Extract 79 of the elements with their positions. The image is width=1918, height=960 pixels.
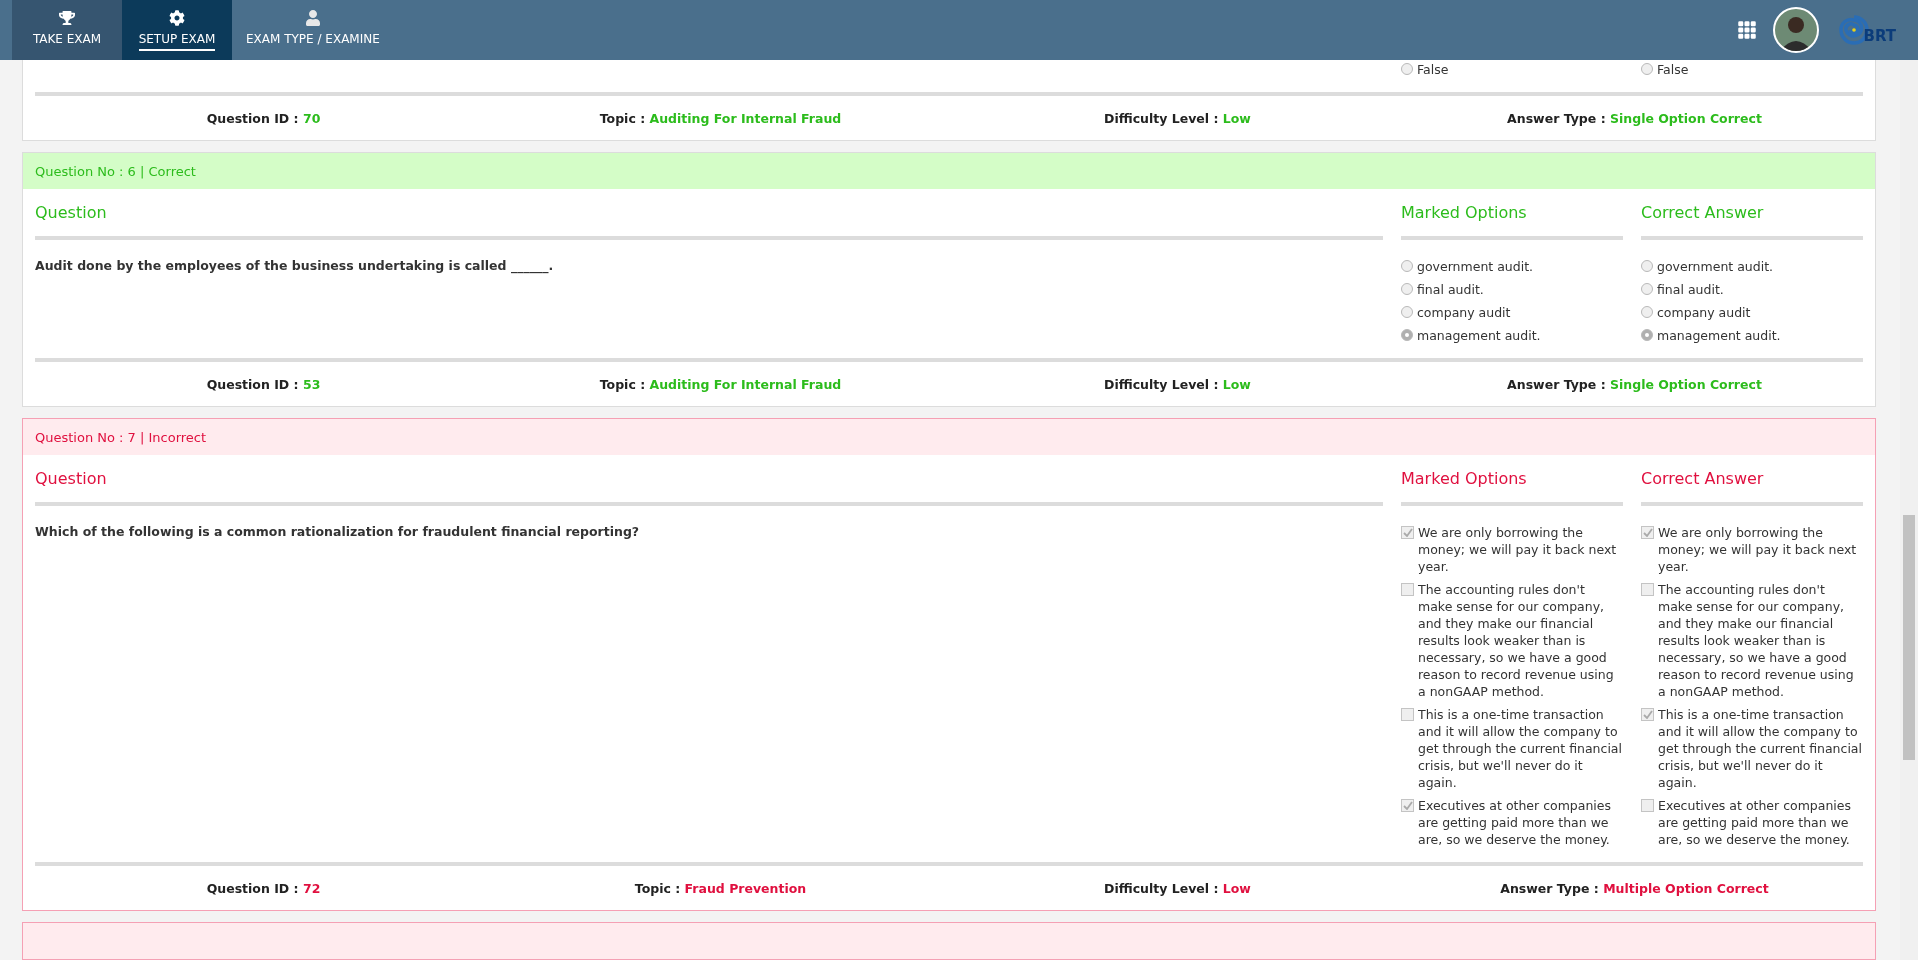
option-label: management audit.: [1417, 327, 1541, 344]
checkbox[interactable]: [1641, 526, 1654, 539]
radio-button[interactable]: [1641, 329, 1653, 341]
option-label: The accounting rules don't make sense for our company, and they make our financial results look weaker than is necessary, so we have a good reason to record revenue using a nonGAAP method.: [1658, 581, 1855, 700]
section-heading: Question: [35, 463, 1383, 506]
question-text: Audit done by the employees of the business undertaking is called ______.: [35, 258, 555, 273]
option-label: This is a one-time transaction and it will allow the company to get through the current financial crisis, but we'll never do it again.: [1418, 706, 1623, 791]
option-label: government audit.: [1657, 258, 1774, 275]
radio-button[interactable]: [1641, 306, 1653, 318]
radio-button[interactable]: [1641, 63, 1653, 75]
meta-value: Multiple Option Correct: [1603, 880, 1769, 896]
section-heading: Correct Answer: [1641, 463, 1863, 506]
option-label: government audit.: [1417, 258, 1534, 275]
radio-button[interactable]: [1401, 283, 1413, 295]
checkbox[interactable]: [1641, 799, 1654, 812]
meta-label: Topic :: [599, 376, 646, 392]
meta-value: Low: [1222, 880, 1251, 896]
meta-label: Question ID :: [206, 110, 299, 126]
meta-label: Answer Type :: [1500, 880, 1599, 896]
nav-tab[interactable]: TAKE EXAM: [12, 0, 122, 60]
meta-value: Single Option Correct: [1610, 376, 1762, 392]
option-label: False: [1417, 61, 1449, 78]
radio-button[interactable]: [1401, 63, 1413, 75]
meta-label: Answer Type :: [1507, 376, 1606, 392]
option-label: company audit: [1417, 304, 1511, 321]
meta-label: Answer Type :: [1507, 110, 1606, 126]
meta-label: Difficulty Level :: [1104, 880, 1219, 896]
checkbox[interactable]: [1401, 526, 1414, 539]
radio-button[interactable]: [1641, 283, 1653, 295]
option-label: final audit.: [1657, 281, 1724, 298]
nav-tab[interactable]: EXAM TYPE / EXAMINE: [232, 0, 394, 60]
meta-label: Difficulty Level :: [1104, 376, 1219, 392]
user-icon: [304, 9, 321, 26]
gear-icon: [169, 9, 185, 26]
user-avatar[interactable]: [1773, 7, 1820, 53]
option-label: We are only borrowing the money; we will pay it back next year.: [1658, 524, 1858, 575]
meta-value: 72: [302, 880, 321, 896]
radio-button[interactable]: [1401, 306, 1413, 318]
option-label: management audit.: [1657, 327, 1781, 344]
checkbox[interactable]: [1401, 799, 1414, 812]
meta-value: Fraud Prevention: [684, 880, 807, 896]
nav-tab[interactable]: SETUP EXAM: [122, 0, 232, 60]
trophy-icon: [59, 9, 75, 26]
option-label: This is a one-time transaction and it will allow the company to get through the current financial crisis, but we'll never do it again.: [1658, 706, 1863, 791]
meta-label: Difficulty Level :: [1104, 110, 1219, 126]
meta-value: Low: [1222, 110, 1251, 126]
brand-text: BRT: [1863, 27, 1896, 45]
meta-value: Auditing For Internal Fraud: [649, 376, 842, 392]
meta-label: Question ID :: [206, 376, 299, 392]
card-header: Question No : 7 | Incorrect: [23, 419, 1875, 455]
checkbox[interactable]: [1641, 708, 1654, 721]
option-label: final audit.: [1417, 281, 1484, 298]
checkbox[interactable]: [1401, 583, 1414, 596]
meta-value: 53: [302, 376, 321, 392]
option-label: We are only borrowing the money; we will pay it back next year.: [1418, 524, 1618, 575]
radio-button[interactable]: [1401, 260, 1413, 272]
meta-label: Topic :: [599, 110, 646, 126]
checkbox[interactable]: [1641, 583, 1654, 596]
meta-label: Topic :: [634, 880, 681, 896]
meta-value: Single Option Correct: [1610, 110, 1762, 126]
section-heading: Question: [35, 197, 1383, 240]
option-label: company audit: [1657, 304, 1751, 321]
meta-label: Question ID :: [206, 880, 299, 896]
radio-button[interactable]: [1641, 260, 1653, 272]
option-label: The accounting rules don't make sense for our company, and they make our financial results look weaker than is necessary, so we have a good reason to record revenue using a nonGAAP method.: [1418, 581, 1615, 700]
card-header: Question No : 6 | Correct: [23, 153, 1875, 189]
meta-value: Low: [1222, 376, 1251, 392]
section-heading: Marked Options: [1401, 463, 1623, 506]
radio-button[interactable]: [1401, 329, 1413, 341]
meta-value: Auditing For Internal Fraud: [649, 110, 842, 126]
apps-grid-icon[interactable]: [1737, 20, 1758, 40]
meta-value: 70: [302, 110, 321, 126]
option-label: Executives at other companies are getting paid more than we are, so we deserve the money.: [1418, 797, 1613, 848]
option-label: Executives at other companies are getting paid more than we are, so we deserve the money.: [1658, 797, 1853, 848]
section-heading: Marked Options: [1401, 197, 1623, 240]
option-label: False: [1657, 61, 1689, 78]
checkbox[interactable]: [1401, 708, 1414, 721]
section-heading: Correct Answer: [1641, 197, 1863, 240]
question-text: Which of the following is a common rationalization for fraudulent financial reporting?: [35, 524, 641, 539]
